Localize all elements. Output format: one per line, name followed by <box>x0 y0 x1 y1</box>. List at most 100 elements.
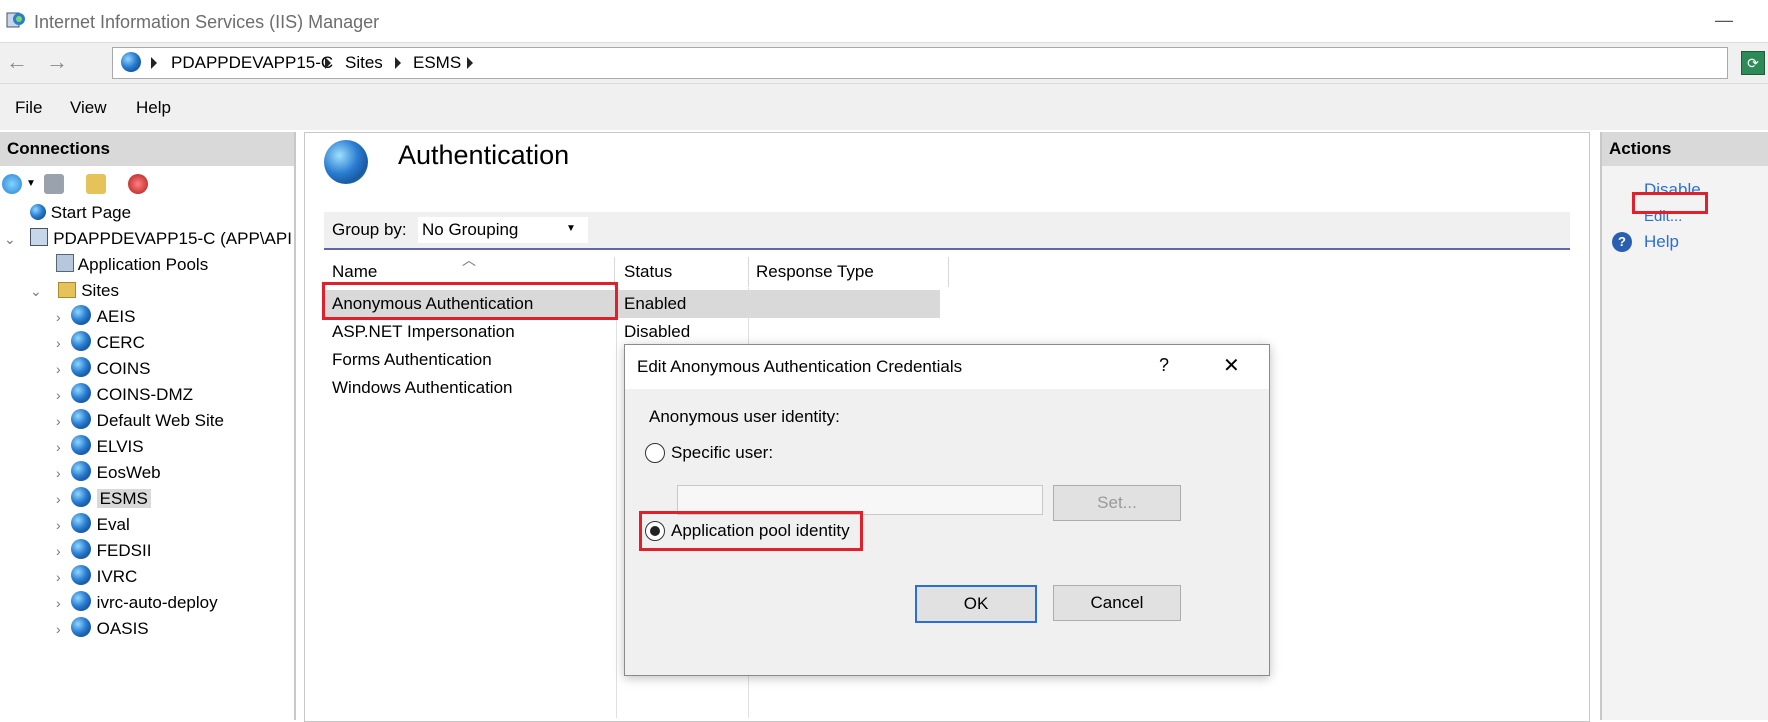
site-globe-icon <box>70 357 91 377</box>
breadcrumb-item-esms[interactable]: ESMS <box>413 53 461 73</box>
actions-panel: Actions Disable Edit... ? Help <box>1600 132 1768 720</box>
tree-item-site[interactable]: › AEIS <box>0 304 292 330</box>
breadcrumb-separator-icon[interactable] <box>151 57 157 69</box>
cancel-button[interactable]: Cancel <box>1053 585 1181 621</box>
site-globe-icon <box>70 591 91 611</box>
connections-header: Connections <box>0 132 294 166</box>
group-by-value: No Grouping <box>422 220 519 239</box>
tree-item-label: ESMS <box>96 489 151 508</box>
site-globe-icon <box>70 383 91 403</box>
row-name: Forms Authentication <box>332 350 492 369</box>
breadcrumb[interactable]: PDAPPDEVAPP15-C Sites ESMS <box>112 47 1728 79</box>
row-name: Windows Authentication <box>332 378 513 397</box>
breadcrumb-separator-icon[interactable] <box>325 57 331 69</box>
tree-item-site[interactable]: › COINS-DMZ <box>0 382 292 408</box>
chevron-down-icon[interactable]: ⌄ <box>4 231 16 247</box>
specific-user-radio[interactable] <box>645 443 665 463</box>
minimize-button[interactable]: — <box>1712 10 1736 30</box>
table-row[interactable]: ASP.NET Impersonation Disabled <box>324 318 940 346</box>
tree-item-site[interactable]: › Eval <box>0 512 292 538</box>
chevron-right-icon[interactable]: › <box>56 595 61 611</box>
tree-item-site[interactable]: › OASIS <box>0 616 292 642</box>
back-button[interactable]: ← <box>0 48 34 78</box>
up-folder-icon[interactable] <box>86 174 106 194</box>
chevron-right-icon[interactable]: › <box>56 569 61 585</box>
tree-item-label: Eval <box>96 515 130 534</box>
tree-item-site[interactable]: › FEDSII <box>0 538 292 564</box>
tree-item-sites[interactable]: ⌄ Sites <box>0 278 292 304</box>
tree-item-site[interactable]: › EosWeb <box>0 460 292 486</box>
help-icon: ? <box>1612 232 1632 252</box>
site-globe-icon <box>70 617 91 637</box>
chevron-right-icon[interactable]: › <box>56 517 61 533</box>
start-page-icon <box>30 204 46 220</box>
specific-user-label: Specific user: <box>671 443 774 462</box>
breadcrumb-separator-icon[interactable] <box>395 57 401 69</box>
breadcrumb-separator-icon[interactable] <box>467 57 473 69</box>
site-globe-icon <box>70 435 91 455</box>
group-by-bar: Group by: No Grouping ▼ <box>324 212 1570 250</box>
highlight-edit-action <box>1632 192 1708 214</box>
site-globe-icon <box>70 565 91 585</box>
tree-item-label: COINS-DMZ <box>96 385 193 404</box>
connect-icon[interactable] <box>2 174 22 194</box>
breadcrumb-item-sites[interactable]: Sites <box>345 53 383 73</box>
menu-view[interactable]: View <box>70 98 107 118</box>
menu-help[interactable]: Help <box>136 98 171 118</box>
menu-file[interactable]: File <box>15 98 42 118</box>
tree-item-site[interactable]: › ivrc-auto-deploy <box>0 590 292 616</box>
tree-item-site[interactable]: › CERC <box>0 330 292 356</box>
column-header-status[interactable]: Status <box>616 257 749 287</box>
tree-item-label: Default Web Site <box>96 411 224 430</box>
tree-item-application-pools[interactable]: Application Pools <box>0 252 292 278</box>
chevron-right-icon[interactable]: › <box>56 439 61 455</box>
dialog-help-button[interactable]: ? <box>1159 355 1169 376</box>
tree-item-site[interactable]: › ELVIS <box>0 434 292 460</box>
tree-item-label: OASIS <box>96 619 149 638</box>
refresh-icon[interactable]: ⟳ <box>1741 51 1765 75</box>
ok-button[interactable]: OK <box>915 585 1037 623</box>
highlight-anonymous-authentication <box>322 282 618 320</box>
site-globe-icon <box>70 487 91 507</box>
group-by-select[interactable]: No Grouping ▼ <box>418 217 588 243</box>
column-header-response-type[interactable]: Response Type <box>748 257 949 287</box>
tree-item-site[interactable]: › Default Web Site <box>0 408 292 434</box>
tree-item-site[interactable]: › COINS <box>0 356 292 382</box>
save-icon[interactable] <box>44 174 64 194</box>
tree-item-label: CERC <box>96 333 145 352</box>
address-bar: ← → PDAPPDEVAPP15-C Sites ESMS ⟳ <box>0 43 1768 84</box>
chevron-right-icon[interactable]: › <box>56 491 61 507</box>
disconnect-icon[interactable] <box>128 174 148 194</box>
connect-dropdown-icon[interactable]: ▼ <box>26 178 36 189</box>
menu-bar: File View Help <box>0 84 1768 130</box>
tree-item-server[interactable]: ⌄ PDAPPDEVAPP15-C (APP\API <box>0 226 292 252</box>
tree-item-start-page[interactable]: Start Page <box>0 200 292 226</box>
set-button[interactable]: Set... <box>1053 485 1181 521</box>
forward-button[interactable]: → <box>40 48 74 78</box>
chevron-right-icon[interactable]: › <box>56 413 61 429</box>
chevron-right-icon[interactable]: › <box>56 361 61 377</box>
connections-tree: Start Page ⌄ PDAPPDEVAPP15-C (APP\API Ap… <box>0 200 292 642</box>
chevron-right-icon[interactable]: › <box>56 543 61 559</box>
actions-header: Actions <box>1602 132 1768 166</box>
breadcrumb-item-server[interactable]: PDAPPDEVAPP15-C <box>171 53 333 73</box>
globe-icon <box>121 52 141 72</box>
row-status: Enabled <box>624 294 687 313</box>
chevron-right-icon[interactable]: › <box>56 309 61 325</box>
tree-item-label: FEDSII <box>96 541 152 560</box>
chevron-down-icon: ▼ <box>566 223 576 234</box>
action-help[interactable]: Help <box>1644 232 1679 252</box>
tree-item-site[interactable]: › ESMS <box>0 486 292 512</box>
chevron-right-icon[interactable]: › <box>56 621 61 637</box>
chevron-down-icon[interactable]: ⌄ <box>30 283 42 299</box>
sort-asc-icon: ︿ <box>462 252 476 268</box>
app-pools-icon <box>56 254 74 272</box>
chevron-right-icon[interactable]: › <box>56 335 61 351</box>
tree-item-label: ELVIS <box>96 437 144 456</box>
dialog-close-button[interactable]: ✕ <box>1223 353 1240 378</box>
dialog-title-bar: Edit Anonymous Authentication Credential… <box>625 345 1269 389</box>
tree-item-label: EosWeb <box>96 463 161 482</box>
chevron-right-icon[interactable]: › <box>56 465 61 481</box>
tree-item-site[interactable]: › IVRC <box>0 564 292 590</box>
chevron-right-icon[interactable]: › <box>56 387 61 403</box>
